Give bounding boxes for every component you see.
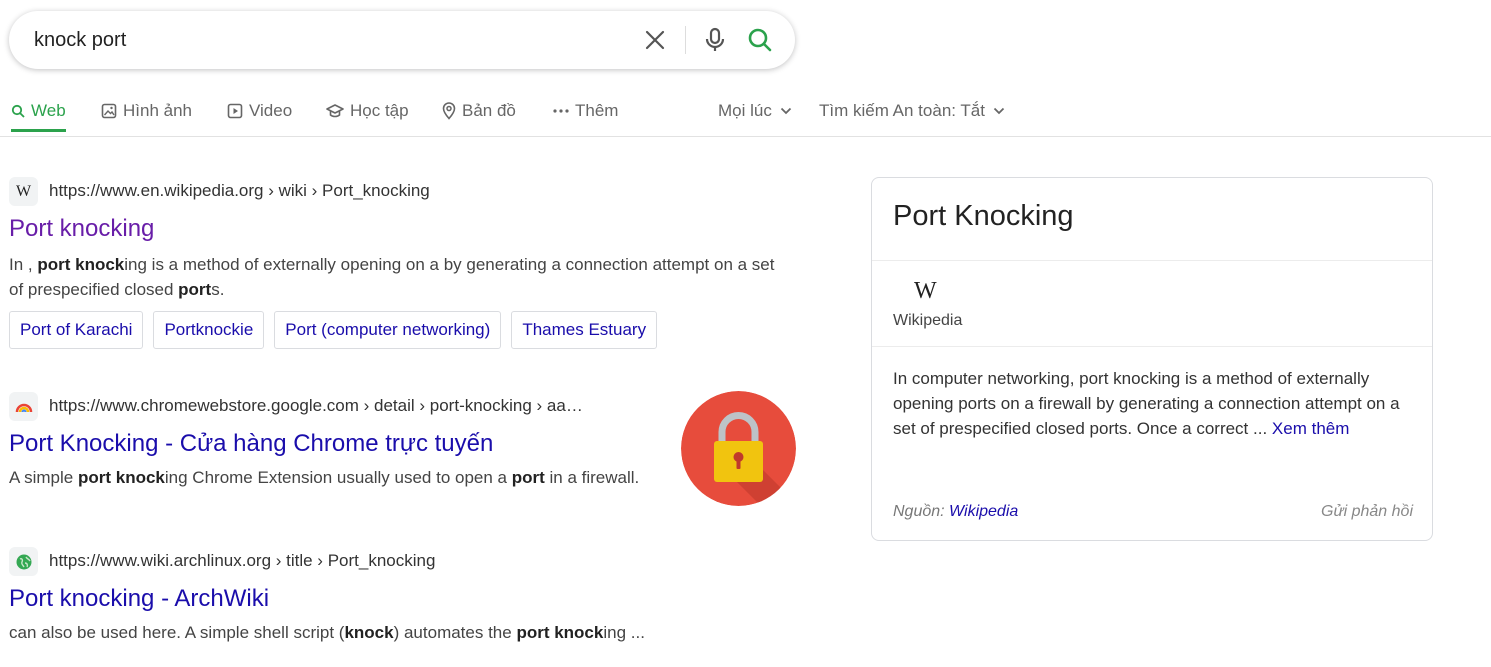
search-bar[interactable]: knock port	[9, 11, 795, 69]
result-title[interactable]: Port knocking - ArchWiki	[9, 585, 269, 613]
search-tabs: Web Hình ảnh Video Học tập Bản đồ Thêm M…	[0, 96, 1491, 137]
archlinux-favicon-icon	[9, 547, 38, 576]
more-dots-icon	[553, 109, 569, 113]
see-more-link[interactable]: Xem thêm	[1272, 419, 1349, 438]
divider	[872, 260, 1432, 261]
related-link-chip[interactable]: Portknockie	[153, 311, 265, 349]
tab-label: Video	[249, 101, 293, 120]
wikipedia-logo[interactable]: W	[914, 278, 937, 305]
image-icon	[101, 103, 117, 119]
related-link-chip[interactable]: Port (computer networking)	[274, 311, 502, 349]
tab-maps[interactable]: Bản đồ	[442, 101, 516, 121]
result-snippet: In , port knocking is a method of extern…	[9, 255, 775, 299]
tab-video[interactable]: Video	[227, 101, 292, 121]
related-link-chip[interactable]: Port of Karachi	[9, 311, 144, 349]
tab-images[interactable]: Hình ảnh	[101, 101, 192, 121]
result-title[interactable]: Port Knocking - Cửa hàng Chrome trực tuy…	[9, 430, 493, 458]
result-url[interactable]: https://www.wiki.archlinux.org › title ›…	[49, 551, 435, 571]
time-filter-dropdown[interactable]: Mọi lúc	[718, 101, 792, 121]
clear-search-button[interactable]	[640, 25, 670, 55]
chrome-webstore-favicon-icon	[9, 392, 38, 421]
source-link[interactable]: Wikipedia	[949, 503, 1018, 520]
feedback-link[interactable]: Gửi phản hồi	[1321, 503, 1413, 521]
search-result: https://www.wiki.archlinux.org › title ›…	[9, 547, 709, 657]
chevron-down-icon	[993, 107, 1005, 115]
divider	[872, 346, 1432, 347]
search-icon	[748, 28, 772, 52]
tab-label: Thêm	[575, 101, 619, 120]
tab-label: Bản đồ	[462, 101, 516, 120]
divider	[685, 26, 686, 54]
result-snippet: can also be used here. A simple shell sc…	[9, 623, 645, 642]
map-pin-icon	[442, 102, 456, 120]
time-filter-label: Mọi lúc	[718, 101, 772, 120]
globe-icon	[16, 554, 31, 569]
related-link-chip[interactable]: Thames Estuary	[511, 311, 658, 349]
tab-label: Hình ảnh	[123, 101, 192, 120]
result-title[interactable]: Port knocking	[9, 215, 154, 243]
related-links: Port of Karachi Portknockie Port (comput…	[9, 311, 658, 349]
voice-search-button[interactable]	[700, 25, 730, 55]
microphone-icon	[705, 27, 725, 51]
result-url[interactable]: https://www.en.wikipedia.org › wiki › Po…	[49, 181, 430, 201]
tab-learning[interactable]: Học tập	[326, 101, 409, 121]
search-input[interactable]: knock port	[34, 29, 126, 52]
knowledge-panel-source[interactable]: Wikipedia	[893, 312, 962, 330]
tab-web[interactable]: Web	[11, 101, 66, 132]
safe-search-label: Tìm kiếm An toàn: Tắt	[819, 101, 985, 120]
search-result: https://www.chromewebstore.google.com › …	[9, 392, 669, 502]
knowledge-panel-description: In computer networking, port knocking is…	[893, 369, 1400, 438]
tab-more[interactable]: Thêm	[553, 101, 618, 121]
tab-label: Học tập	[350, 101, 409, 120]
padlock-icon	[681, 391, 796, 506]
result-snippet: A simple port knocking Chrome Extension …	[9, 468, 640, 487]
safe-search-dropdown[interactable]: Tìm kiếm An toàn: Tắt	[819, 101, 1005, 121]
chevron-down-icon	[780, 107, 791, 115]
knowledge-panel-footer-source: Nguồn: Wikipedia	[893, 503, 1019, 520]
search-button[interactable]	[745, 25, 775, 55]
search-icon	[11, 104, 25, 118]
wikipedia-favicon-icon: W	[9, 177, 38, 206]
result-thumbnail[interactable]	[681, 391, 796, 506]
result-url[interactable]: https://www.chromewebstore.google.com › …	[49, 396, 583, 416]
close-icon	[645, 30, 665, 50]
knowledge-panel: Port Knocking W Wikipedia In computer ne…	[871, 177, 1433, 541]
search-result: W https://www.en.wikipedia.org › wiki › …	[9, 177, 799, 357]
graduation-cap-icon	[326, 104, 344, 118]
rainbow-icon	[15, 403, 32, 412]
tab-label: Web	[31, 101, 66, 120]
knowledge-panel-title: Port Knocking	[893, 200, 1074, 232]
video-icon	[227, 103, 243, 119]
